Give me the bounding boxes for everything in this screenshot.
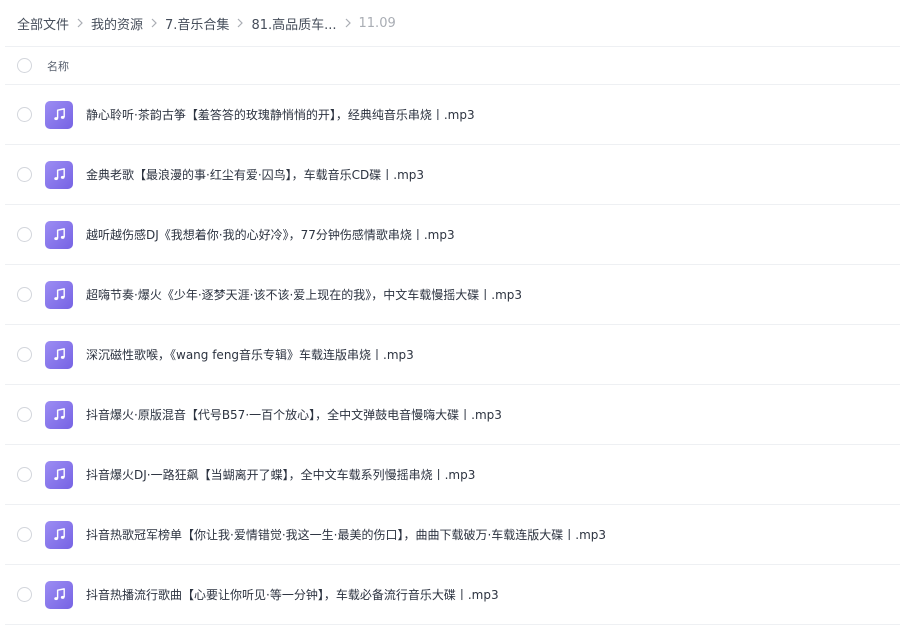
file-name[interactable]: 抖音爆火·原版混音【代号B57·一百个放心】，全中文弹鼓电音慢嗨大碟丨.mp3 (86, 406, 502, 423)
select-all-checkbox[interactable] (17, 58, 32, 73)
music-note-icon (45, 580, 73, 609)
file-row[interactable]: 抖音爆火DJ·一路狂飙【当蝴离开了蝶】，全中文车载系列慢摇串烧丨.mp3 (5, 445, 900, 505)
breadcrumb-item-all-files[interactable]: 全部文件 (17, 14, 69, 33)
row-checkbox[interactable] (17, 107, 32, 122)
music-note-icon (45, 100, 73, 129)
music-note-icon (45, 400, 73, 429)
row-checkbox[interactable] (17, 347, 32, 362)
file-name[interactable]: 深沉磁性歌喉，《wang feng音乐专辑》车载连版串烧丨.mp3 (86, 346, 414, 363)
file-row[interactable]: 抖音爆火·原版混音【代号B57·一百个放心】，全中文弹鼓电音慢嗨大碟丨.mp3 (5, 385, 900, 445)
row-checkbox[interactable] (17, 467, 32, 482)
file-row[interactable]: 抖音热歌冠军榜单【你让我·爱情错觉·我这一生·最美的伤口】，曲曲下载破万·车载连… (5, 505, 900, 565)
music-note-icon (45, 220, 73, 249)
chevron-right-icon (69, 18, 91, 28)
file-name[interactable]: 抖音爆火DJ·一路狂飙【当蝴离开了蝶】，全中文车载系列慢摇串烧丨.mp3 (86, 466, 475, 483)
file-name[interactable]: 静心聆听·茶韵古筝【羞答答的玫瑰静悄悄的开】，经典纯音乐串烧丨.mp3 (86, 106, 475, 123)
row-checkbox[interactable] (17, 287, 32, 302)
column-header-name[interactable]: 名称 (47, 58, 69, 74)
file-row[interactable]: 越听越伤感DJ《我想着你·我的心好冷》，77分钟伤感情歌串烧丨.mp3 (5, 205, 900, 265)
music-note-icon (45, 460, 73, 489)
list-header: 名称 (5, 47, 900, 85)
file-name[interactable]: 抖音热播流行歌曲【心要让你听见·等一分钟】，车载必备流行音乐大碟丨.mp3 (86, 586, 499, 603)
file-row[interactable]: 超嗨节奏·爆火《少年·逐梦天涯·该不该·爱上现在的我》，中文车载慢摇大碟丨.mp… (5, 265, 900, 325)
breadcrumb-item-my-resources[interactable]: 我的资源 (91, 14, 143, 33)
music-note-icon (45, 160, 73, 189)
file-name[interactable]: 越听越伤感DJ《我想着你·我的心好冷》，77分钟伤感情歌串烧丨.mp3 (86, 226, 455, 243)
row-checkbox[interactable] (17, 407, 32, 422)
music-note-icon (45, 340, 73, 369)
file-name[interactable]: 金典老歌【最浪漫的事·红尘有爱·囚鸟】，车载音乐CD碟丨.mp3 (86, 166, 424, 183)
row-checkbox[interactable] (17, 227, 32, 242)
chevron-right-icon (229, 18, 251, 28)
file-name[interactable]: 超嗨节奏·爆火《少年·逐梦天涯·该不该·爱上现在的我》，中文车载慢摇大碟丨.mp… (86, 286, 522, 303)
music-note-icon (45, 280, 73, 309)
breadcrumb-item-music-collection[interactable]: 7.音乐合集 (165, 14, 229, 33)
file-list: 静心聆听·茶韵古筝【羞答答的玫瑰静悄悄的开】，经典纯音乐串烧丨.mp3 金典老歌… (5, 85, 900, 625)
row-checkbox[interactable] (17, 527, 32, 542)
file-row[interactable]: 深沉磁性歌喉，《wang feng音乐专辑》车载连版串烧丨.mp3 (5, 325, 900, 385)
breadcrumb: 全部文件 我的资源 7.音乐合集 81.高品质车... 11.09 (0, 0, 900, 46)
row-checkbox[interactable] (17, 587, 32, 602)
file-row[interactable]: 抖音热播流行歌曲【心要让你听见·等一分钟】，车载必备流行音乐大碟丨.mp3 (5, 565, 900, 625)
file-browser: 全部文件 我的资源 7.音乐合集 81.高品质车... 11.09 名称 静心聆… (0, 0, 900, 632)
file-row[interactable]: 金典老歌【最浪漫的事·红尘有爱·囚鸟】，车载音乐CD碟丨.mp3 (5, 145, 900, 205)
chevron-right-icon (337, 18, 359, 28)
music-note-icon (45, 520, 73, 549)
file-row[interactable]: 静心聆听·茶韵古筝【羞答答的玫瑰静悄悄的开】，经典纯音乐串烧丨.mp3 (5, 85, 900, 145)
chevron-right-icon (143, 18, 165, 28)
file-name[interactable]: 抖音热歌冠军榜单【你让我·爱情错觉·我这一生·最美的伤口】，曲曲下载破万·车载连… (86, 526, 606, 543)
row-checkbox[interactable] (17, 167, 32, 182)
breadcrumb-item-current-folder: 11.09 (358, 15, 396, 31)
breadcrumb-item-hq-car-music[interactable]: 81.高品质车... (251, 14, 336, 33)
